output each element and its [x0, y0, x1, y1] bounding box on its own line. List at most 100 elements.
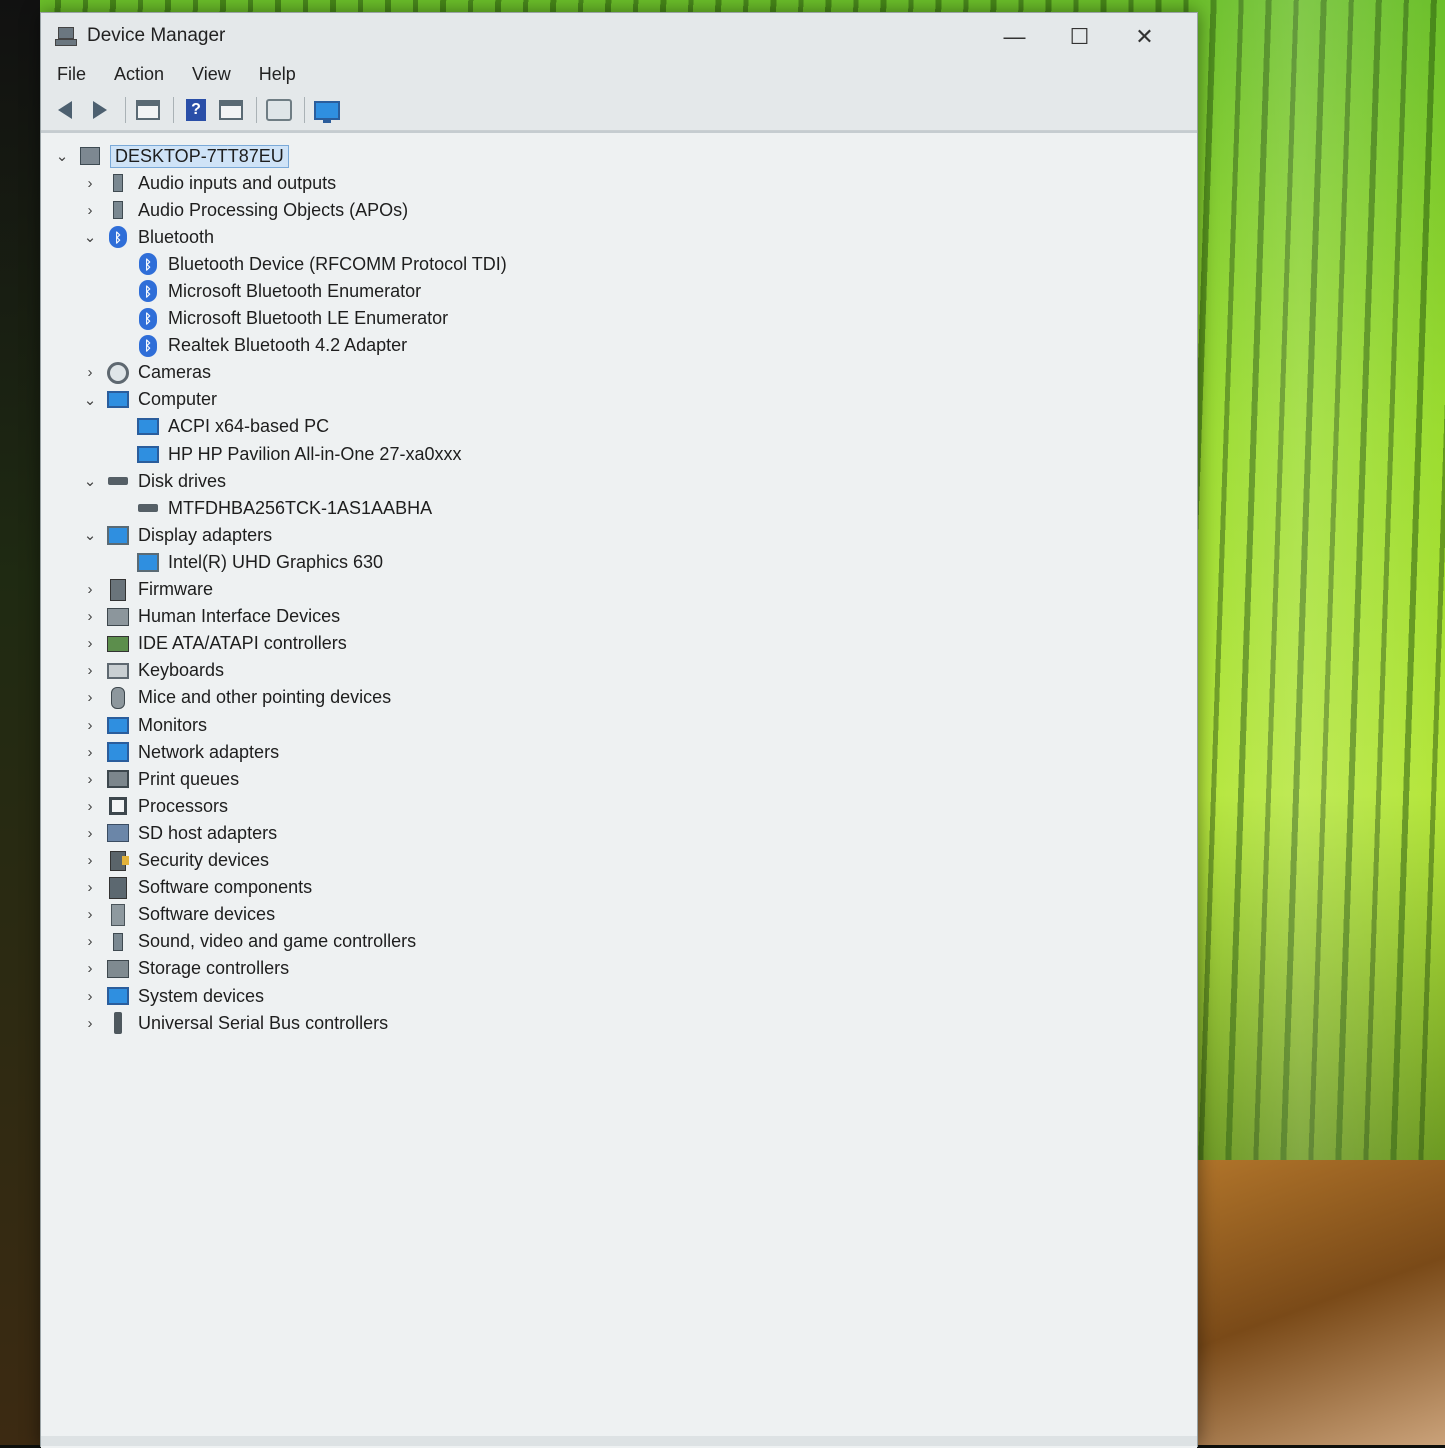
tree-item-label[interactable]: Mice and other pointing devices — [138, 687, 391, 708]
tree-item-label[interactable]: Disk drives — [138, 471, 226, 492]
tree-item-label[interactable]: Microsoft Bluetooth Enumerator — [168, 281, 421, 302]
tree-item-label[interactable]: Monitors — [138, 715, 207, 736]
tree-item-label[interactable]: Audio Processing Objects (APOs) — [138, 200, 408, 221]
tree-item-label[interactable]: Audio inputs and outputs — [138, 173, 336, 194]
tree-category[interactable]: › Security devices — [81, 848, 269, 874]
tree-item-label[interactable]: Keyboards — [138, 660, 224, 681]
chevron-right-icon[interactable]: › — [81, 852, 99, 870]
help-button[interactable]: ? — [180, 95, 212, 125]
tree-item-label[interactable]: Firmware — [138, 579, 213, 600]
tree-item-label[interactable]: Cameras — [138, 362, 211, 383]
chevron-right-icon[interactable]: › — [81, 824, 99, 842]
tree-category[interactable]: › Sound, video and game controllers — [81, 929, 417, 955]
tree-item-label[interactable]: Software devices — [138, 904, 275, 925]
tree-device[interactable]: ᛒ Bluetooth Device (RFCOMM Protocol TDI) — [137, 251, 507, 277]
tree-category[interactable]: › Human Interface Devices — [81, 604, 341, 630]
tree-item-label[interactable]: ACPI x64-based PC — [168, 416, 329, 437]
tree-category[interactable]: › Monitors — [81, 712, 208, 738]
maximize-button[interactable]: ☐ — [1047, 19, 1112, 55]
tree-device[interactable]: ᛒ Microsoft Bluetooth Enumerator — [137, 278, 421, 304]
properties-button[interactable] — [132, 95, 164, 125]
chevron-right-icon[interactable]: › — [81, 906, 99, 924]
tree-item-label[interactable]: Human Interface Devices — [138, 606, 340, 627]
monitor-button[interactable] — [311, 95, 343, 125]
forward-button[interactable] — [84, 95, 116, 125]
chevron-right-icon[interactable]: › — [81, 364, 99, 382]
tree-item-label[interactable]: Bluetooth Device (RFCOMM Protocol TDI) — [168, 254, 507, 275]
chevron-right-icon[interactable]: › — [81, 716, 99, 734]
tree-category[interactable]: › Keyboards — [81, 658, 225, 684]
tree-item-label[interactable]: IDE ATA/ATAPI controllers — [138, 633, 347, 654]
tree-category[interactable]: › Print queues — [81, 766, 240, 792]
tree-category[interactable]: › Software components — [81, 875, 312, 901]
menu-help[interactable]: Help — [257, 62, 298, 87]
menu-view[interactable]: View — [190, 62, 233, 87]
tree-category[interactable]: › Processors — [81, 793, 229, 819]
tree-item-label[interactable]: SD host adapters — [138, 823, 277, 844]
chevron-right-icon[interactable]: › — [81, 879, 99, 897]
tree-category[interactable]: › Audio Processing Objects (APOs) — [81, 197, 409, 223]
tree-category[interactable]: ⌄ Display adapters — [81, 522, 272, 548]
tree-category[interactable]: › System devices — [81, 983, 265, 1009]
tree-item-label[interactable]: Universal Serial Bus controllers — [138, 1013, 388, 1034]
tree-category[interactable]: › SD host adapters — [81, 820, 278, 846]
tree-item-label[interactable]: HP HP Pavilion All-in-One 27-xa0xxx — [168, 444, 461, 465]
chevron-down-icon[interactable]: ⌄ — [81, 472, 99, 490]
tree-item-label[interactable]: Bluetooth — [138, 227, 214, 248]
chevron-right-icon[interactable]: › — [81, 608, 99, 626]
chevron-right-icon[interactable]: › — [81, 635, 99, 653]
tree-item-label[interactable]: Security devices — [138, 850, 269, 871]
tree-category[interactable]: ⌄ ᛒ Bluetooth — [81, 224, 214, 250]
chevron-right-icon[interactable]: › — [81, 987, 99, 1005]
chevron-right-icon[interactable]: › — [81, 201, 99, 219]
menu-file[interactable]: File — [55, 62, 88, 87]
chevron-down-icon[interactable]: ⌄ — [81, 391, 99, 409]
tree-item-label[interactable]: Processors — [138, 796, 228, 817]
menu-action[interactable]: Action — [112, 62, 166, 87]
scan-hardware-button[interactable] — [263, 95, 295, 125]
tree-device[interactable]: ACPI x64-based PC — [137, 414, 329, 440]
tree-category[interactable]: › Mice and other pointing devices — [81, 685, 391, 711]
title-bar[interactable]: Device Manager — ☐ ✕ — [41, 13, 1197, 58]
update-driver-button[interactable] — [215, 95, 247, 125]
chevron-down-icon[interactable]: ⌄ — [53, 147, 71, 165]
close-button[interactable]: ✕ — [1112, 19, 1177, 55]
tree-item-label[interactable]: Storage controllers — [138, 958, 289, 979]
chevron-right-icon[interactable]: › — [81, 743, 99, 761]
tree-item-label[interactable]: Intel(R) UHD Graphics 630 — [168, 552, 383, 573]
tree-device[interactable]: Intel(R) UHD Graphics 630 — [137, 549, 383, 575]
tree-category[interactable]: › Network adapters — [81, 739, 279, 765]
chevron-right-icon[interactable]: › — [81, 581, 99, 599]
tree-item-label[interactable]: System devices — [138, 986, 264, 1007]
tree-category[interactable]: › Firmware — [81, 577, 213, 603]
tree-device[interactable]: ᛒ Microsoft Bluetooth LE Enumerator — [137, 306, 448, 332]
tree-category[interactable]: › Storage controllers — [81, 956, 290, 982]
chevron-right-icon[interactable]: › — [81, 797, 99, 815]
chevron-down-icon[interactable]: ⌄ — [81, 228, 99, 246]
tree-item-label[interactable]: Realtek Bluetooth 4.2 Adapter — [168, 335, 407, 356]
chevron-right-icon[interactable]: › — [81, 933, 99, 951]
tree-category[interactable]: › Software devices — [81, 902, 275, 928]
tree-item-label[interactable]: Microsoft Bluetooth LE Enumerator — [168, 308, 448, 329]
tree-category[interactable]: › Audio inputs and outputs — [81, 170, 337, 196]
device-tree[interactable]: ⌄ DESKTOP-7TT87EU › Audio inputs and outp… — [41, 131, 1197, 1448]
tree-item-label[interactable]: Software components — [138, 877, 312, 898]
tree-item-label[interactable]: Print queues — [138, 769, 239, 790]
tree-item-label[interactable]: MTFDHBA256TCK-1AS1AABHA — [168, 498, 432, 519]
tree-category[interactable]: › IDE ATA/ATAPI controllers — [81, 631, 347, 657]
tree-device[interactable]: HP HP Pavilion All-in-One 27-xa0xxx — [137, 441, 461, 467]
tree-category[interactable]: › Cameras — [81, 360, 211, 386]
chevron-right-icon[interactable]: › — [81, 174, 99, 192]
chevron-right-icon[interactable]: › — [81, 662, 99, 680]
chevron-right-icon[interactable]: › — [81, 1014, 99, 1032]
chevron-down-icon[interactable]: ⌄ — [81, 526, 99, 544]
tree-category[interactable]: › Universal Serial Bus controllers — [81, 1010, 388, 1036]
back-button[interactable] — [49, 95, 81, 125]
chevron-right-icon[interactable]: › — [81, 960, 99, 978]
tree-root-label[interactable]: DESKTOP-7TT87EU — [110, 144, 289, 168]
minimize-button[interactable]: — — [982, 19, 1047, 55]
chevron-right-icon[interactable]: › — [81, 689, 99, 707]
tree-item-label[interactable]: Sound, video and game controllers — [138, 931, 416, 952]
tree-device[interactable]: MTFDHBA256TCK-1AS1AABHA — [137, 495, 432, 521]
tree-item-label[interactable]: Network adapters — [138, 742, 279, 763]
